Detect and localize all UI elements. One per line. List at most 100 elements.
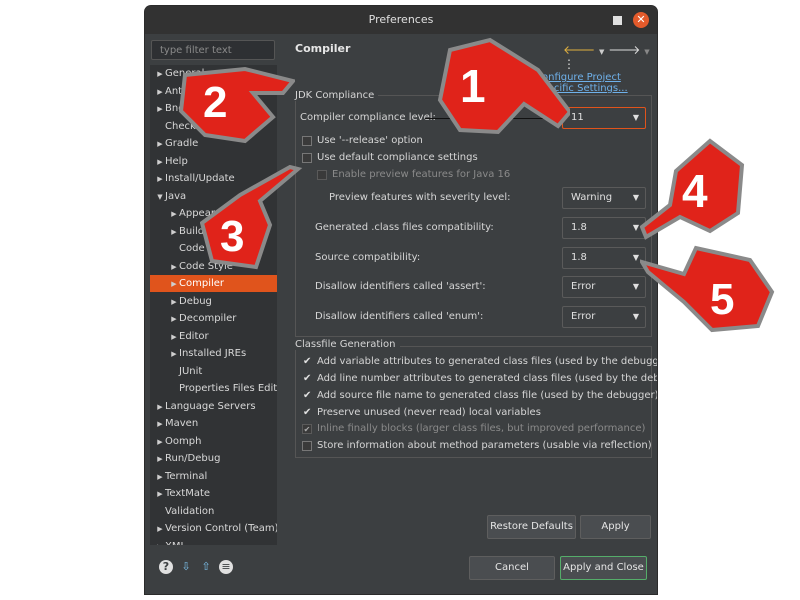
- classfile-group-label: Classfile Generation: [295, 339, 400, 350]
- tree-item[interactable]: Validation: [150, 503, 277, 520]
- release-option-checkbox[interactable]: [302, 136, 312, 146]
- tree-item[interactable]: JUnit: [150, 363, 277, 380]
- assert-select[interactable]: Error ▼: [562, 276, 646, 298]
- generated-compat-select[interactable]: 1.8 ▼: [562, 217, 646, 239]
- enable-preview-checkbox[interactable]: [317, 170, 327, 180]
- default-compliance-checkbox[interactable]: [302, 153, 312, 163]
- check-icon[interactable]: ✔: [303, 390, 311, 401]
- hand-annotation-2: 2: [178, 66, 295, 144]
- chevron-right-icon[interactable]: ▶: [169, 276, 179, 293]
- inline-finally-checkbox[interactable]: ✔: [302, 424, 312, 434]
- chevron-down-icon[interactable]: ▼: [644, 48, 649, 56]
- tree-item[interactable]: ▶ Oomph: [150, 433, 277, 450]
- chevron-right-icon[interactable]: ▶: [155, 66, 165, 83]
- chevron-right-icon[interactable]: ▶: [169, 294, 179, 311]
- source-compat-select[interactable]: 1.8 ▼: [562, 247, 646, 269]
- check-icon[interactable]: ✔: [303, 407, 311, 418]
- tree-item-label: Compiler: [179, 278, 225, 289]
- tree-item-label: Run/Debug: [165, 453, 221, 464]
- tree-item-label: Debug: [179, 295, 212, 307]
- tree-item[interactable]: ▶ Version Control (Team): [150, 520, 277, 537]
- preview-severity-select[interactable]: Warning ▼: [562, 187, 646, 209]
- close-button[interactable]: ✕: [633, 12, 649, 28]
- tree-item[interactable]: ▶ Terminal: [150, 468, 277, 485]
- tree-item-label: Version Control (Team): [165, 523, 277, 534]
- chevron-right-icon[interactable]: ▶: [155, 451, 165, 468]
- tree-item[interactable]: ▶ Editor: [150, 328, 277, 345]
- classfile-option: Add source file name to generated class …: [317, 390, 657, 401]
- enable-preview-label: Enable preview features for Java 16: [332, 169, 511, 180]
- chevron-right-icon[interactable]: ▶: [169, 329, 179, 346]
- chevron-right-icon[interactable]: ▶: [169, 311, 179, 328]
- forward-arrow-icon[interactable]: 🡒: [608, 43, 640, 57]
- tree-item-label: Oomph: [165, 435, 202, 447]
- export-icon[interactable]: ⇧: [199, 560, 213, 574]
- preview-severity-label: Preview features with severity level:: [329, 192, 511, 203]
- chevron-right-icon[interactable]: ▶: [169, 346, 179, 363]
- hand-annotation-3: 3: [200, 165, 303, 270]
- tree-item-label: Language Servers: [165, 400, 256, 412]
- tree-item-label: TextMate: [165, 488, 211, 499]
- help-icon[interactable]: ?: [159, 560, 173, 574]
- tree-item-label: Properties Files Editor: [179, 383, 277, 394]
- chevron-right-icon[interactable]: ▶: [169, 259, 179, 276]
- cancel-button[interactable]: Cancel: [469, 556, 555, 580]
- hand-annotation-1: 1: [437, 37, 570, 135]
- tree-item[interactable]: Properties Files Editor: [150, 380, 277, 397]
- chevron-right-icon[interactable]: ▶: [155, 539, 165, 546]
- chevron-right-icon[interactable]: ▶: [155, 399, 165, 416]
- tree-item[interactable]: ▶ Run/Debug: [150, 450, 277, 467]
- tree-item-label: Java: [165, 190, 187, 202]
- release-option-label: Use '--release' option: [317, 135, 423, 146]
- chevron-right-icon[interactable]: ▶: [155, 84, 165, 101]
- import-icon[interactable]: ⇩: [179, 560, 193, 574]
- tree-item[interactable]: ▶ Maven: [150, 415, 277, 432]
- chevron-down-icon[interactable]: ▼: [599, 48, 604, 56]
- tree-item-label: Maven: [165, 418, 199, 429]
- tree-item-label: Editor: [179, 330, 209, 342]
- tree-item[interactable]: ▶ Installed JREs: [150, 345, 277, 362]
- check-icon[interactable]: ✔: [303, 373, 311, 384]
- check-icon[interactable]: ✔: [303, 356, 311, 367]
- tree-item[interactable]: ▶ Decompiler: [150, 310, 277, 327]
- chevron-right-icon[interactable]: ▶: [155, 521, 165, 538]
- nav-toolbar: 🡐 ▼ 🡒 ▼ ⋮: [563, 42, 657, 71]
- chevron-right-icon[interactable]: ▶: [155, 416, 165, 433]
- chevron-right-icon[interactable]: ▶: [155, 486, 165, 503]
- hand-annotation-5: 5: [640, 245, 775, 333]
- maximize-button[interactable]: [613, 16, 622, 25]
- chevron-right-icon[interactable]: ▶: [169, 206, 179, 223]
- chevron-right-icon[interactable]: ▶: [169, 224, 179, 241]
- compliance-level-select[interactable]: 11 ▼: [562, 107, 646, 129]
- chevron-right-icon[interactable]: ▶: [155, 469, 165, 486]
- chevron-right-icon[interactable]: ▶: [155, 136, 165, 153]
- classfile-option: Add line number attributes to generated …: [317, 373, 657, 384]
- chevron-down-icon[interactable]: ▼: [155, 189, 165, 206]
- tree-item[interactable]: ▶XML: [150, 538, 277, 546]
- tree-item[interactable]: ▶ Compiler: [150, 275, 277, 292]
- annotation-number: 2: [203, 78, 227, 127]
- source-compat-label: Source compatibility:: [315, 252, 421, 263]
- tree-item[interactable]: ▶ TextMate: [150, 485, 277, 502]
- enum-select[interactable]: Error ▼: [562, 306, 646, 328]
- annotation-number: 1: [460, 60, 486, 112]
- apply-and-close-button[interactable]: Apply and Close: [560, 556, 647, 580]
- hand-annotation-4: 4: [640, 138, 745, 240]
- chevron-right-icon[interactable]: ▶: [155, 101, 165, 118]
- enum-label: Disallow identifiers called 'enum':: [315, 311, 484, 322]
- classfile-option: Store information about method parameter…: [317, 440, 652, 451]
- tree-item[interactable]: ▶ Debug: [150, 293, 277, 310]
- restore-defaults-button[interactable]: Restore Defaults: [487, 515, 576, 539]
- method-params-checkbox[interactable]: [302, 441, 312, 451]
- tree-item[interactable]: ▶ Language Servers: [150, 398, 277, 415]
- chevron-right-icon[interactable]: ▶: [155, 171, 165, 188]
- oomph-icon[interactable]: ≡: [219, 560, 233, 574]
- classfile-option: Add variable attributes to generated cla…: [317, 356, 657, 367]
- window-title: Preferences: [368, 13, 434, 26]
- tree-item-label: Installed JREs: [179, 348, 247, 359]
- chevron-right-icon[interactable]: ▶: [155, 154, 165, 171]
- jdk-compliance-label: JDK Compliance: [295, 90, 379, 101]
- apply-button[interactable]: Apply: [580, 515, 651, 539]
- compliance-level-label: Compiler compliance level:: [300, 112, 436, 123]
- chevron-right-icon[interactable]: ▶: [155, 434, 165, 451]
